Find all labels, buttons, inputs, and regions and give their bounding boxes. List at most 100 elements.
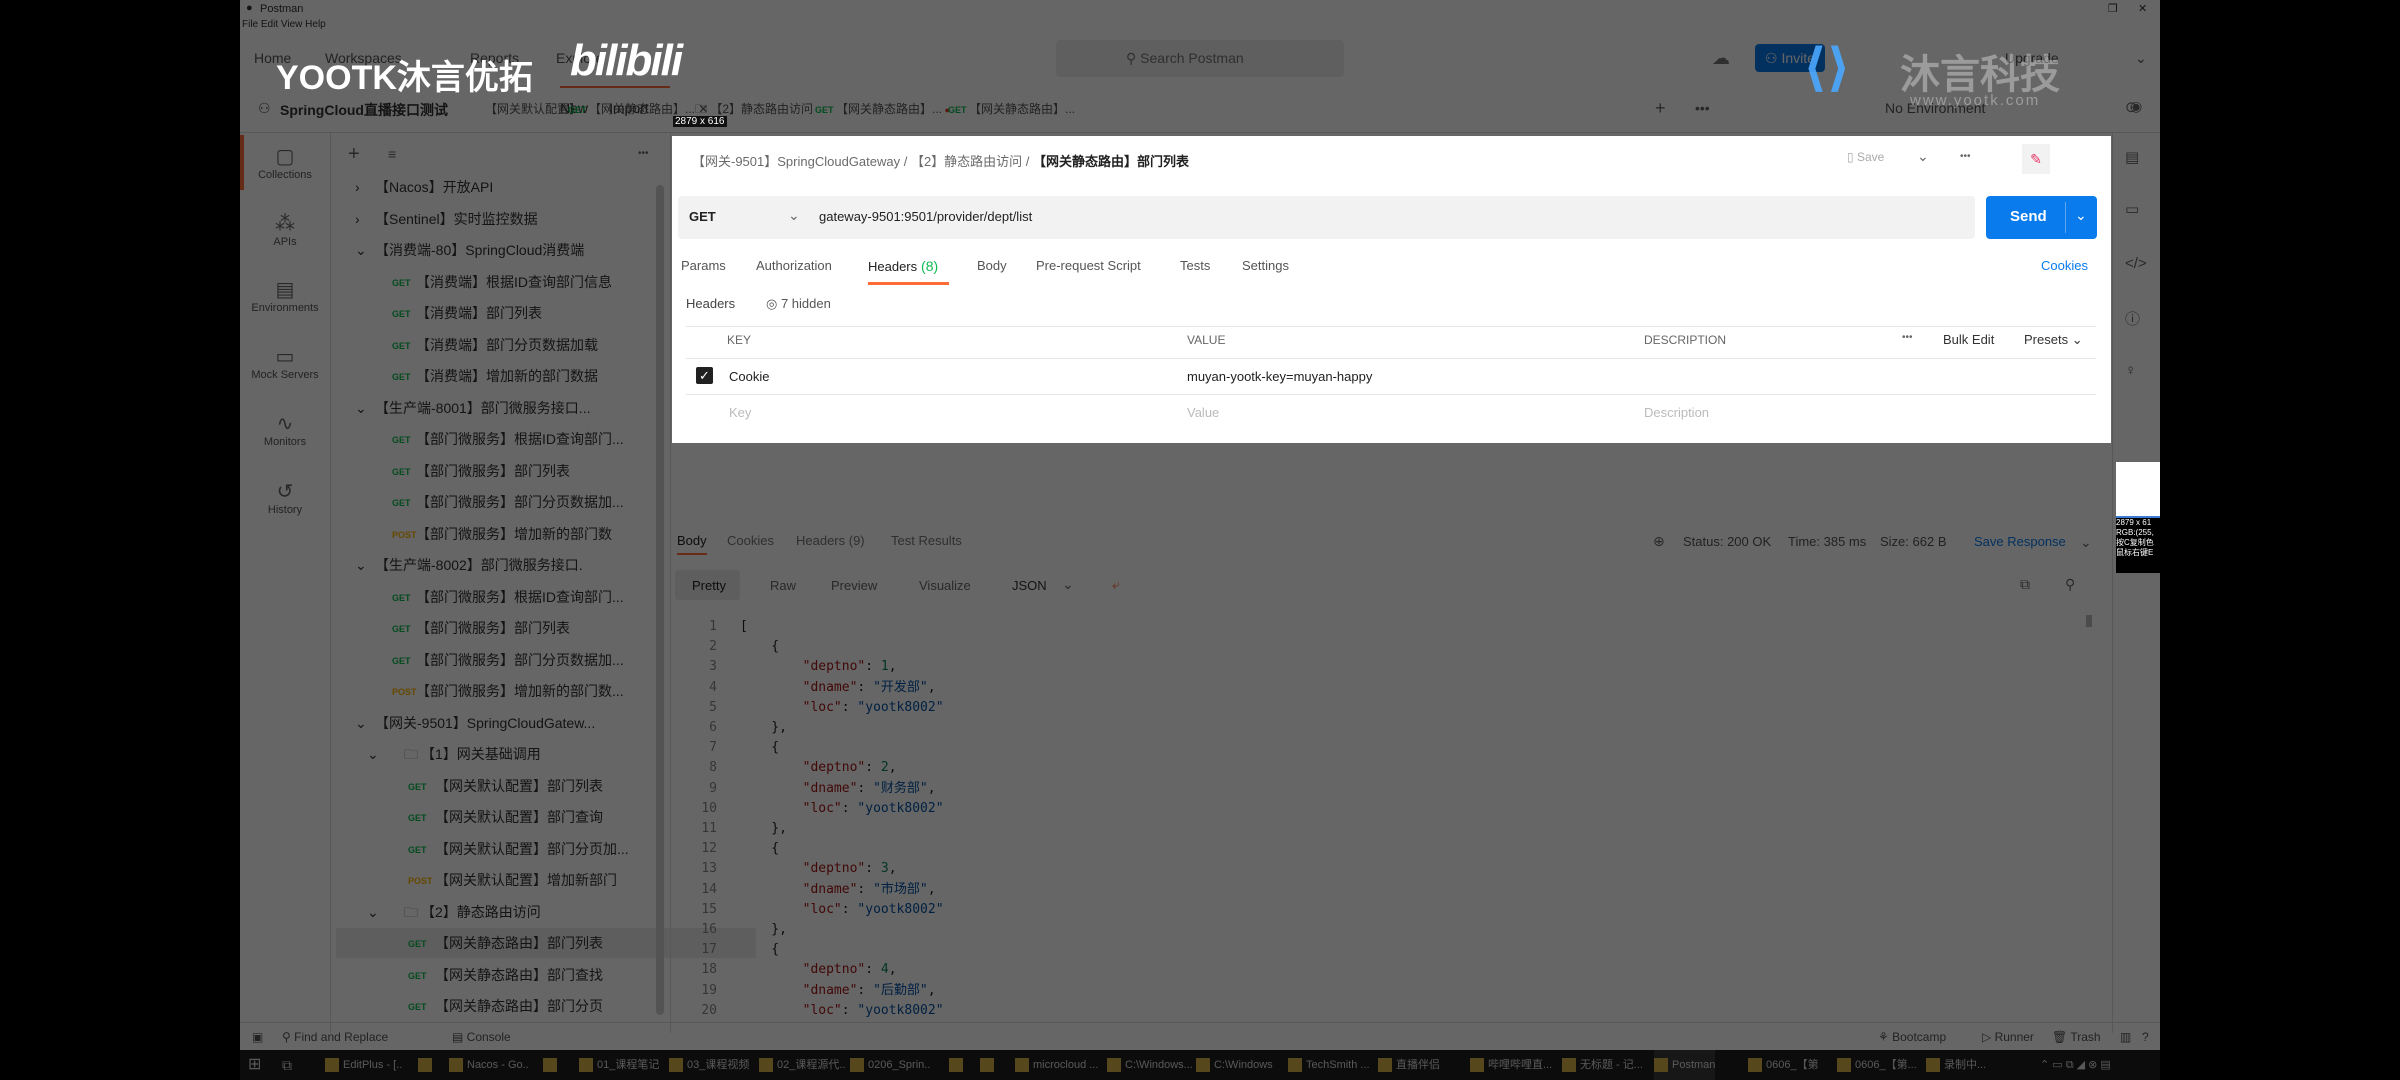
method-select[interactable]: GET <box>689 209 716 224</box>
search-icon[interactable]: ⚲ <box>2065 576 2075 593</box>
restore-button[interactable]: ❐ <box>2108 2 2118 15</box>
chevron-right-icon[interactable]: › <box>355 172 360 202</box>
taskbar-item[interactable]: EditPlus - [.. <box>325 1050 402 1080</box>
more-tabs-icon[interactable]: ••• <box>1695 100 1710 116</box>
request-tab[interactable]: GET 【网关静态路由】... <box>948 100 1075 117</box>
url-input[interactable]: gateway-9501:9501/provider/dept/list <box>819 209 1032 224</box>
windows-start-icon[interactable]: ⊞ <box>248 1050 261 1080</box>
right-panel-icon[interactable]: ▭ <box>2125 200 2139 218</box>
new-tab-icon[interactable]: + <box>1655 98 1666 119</box>
taskbar-item[interactable]: Postman <box>1654 1050 1716 1080</box>
chevron-down-icon[interactable]: ⌄ <box>788 207 800 224</box>
hidden-headers-toggle[interactable]: ◎ 7 hidden <box>766 296 831 312</box>
request-tab[interactable]: 【网关默认配置】 <box>485 100 581 117</box>
chevron-down-icon[interactable]: ⌄ <box>355 550 367 580</box>
response-tab-headers[interactable]: Headers (9) <box>796 533 865 548</box>
tab-tests[interactable]: Tests <box>1180 258 1210 273</box>
taskbar-item[interactable]: 录制中... <box>1926 1050 1986 1080</box>
taskbar-item[interactable]: TechSmith ... <box>1288 1050 1370 1080</box>
sidebar-item-environments[interactable]: ▤ Environments <box>240 278 330 314</box>
tab-pre-request-script[interactable]: Pre-request Script <box>1036 258 1141 273</box>
more-options-icon[interactable]: ••• <box>1902 332 1913 343</box>
taskbar-item[interactable]: 0606_【第 <box>1748 1050 1819 1080</box>
runner-button[interactable]: ▷ Runner <box>1982 1030 2034 1044</box>
sync-cloud-icon[interactable]: ☁ <box>1712 48 1730 69</box>
taskbar-item[interactable]: C:\Windows <box>1196 1050 1273 1080</box>
chevron-down-icon[interactable]: ⌄ <box>367 739 379 769</box>
bootcamp-button[interactable]: ⚘ Bootcamp <box>1878 1030 1946 1044</box>
taskbar-item[interactable]: 直播伴侣 <box>1378 1050 1440 1080</box>
sidebar-item-monitors[interactable]: ∿ Monitors <box>240 412 330 448</box>
bulk-edit-button[interactable]: Bulk Edit <box>1943 332 1994 347</box>
add-collection-icon[interactable]: + <box>348 143 360 166</box>
sidebar-item-mock-servers[interactable]: ▭ Mock Servers <box>240 345 330 381</box>
chevron-down-icon[interactable]: ⌄ <box>355 708 367 738</box>
trash-button[interactable]: 🗑 Trash <box>2052 1030 2101 1044</box>
header-key-cell[interactable]: Cookie <box>729 369 769 384</box>
more-options-icon[interactable]: ••• <box>1960 151 1971 162</box>
taskbar-item[interactable]: microcloud ... <box>1015 1050 1098 1080</box>
edit-icon[interactable]: ✎ <box>2022 144 2050 174</box>
send-options-chevron-icon[interactable]: ⌄ <box>2075 207 2087 224</box>
format-select[interactable]: JSON <box>1012 578 1047 593</box>
console-button[interactable]: ▤ Console <box>452 1030 511 1044</box>
toggle-sidebar-icon[interactable]: ▣ <box>252 1030 263 1044</box>
sidebar-scrollbar[interactable] <box>656 185 664 1015</box>
tab-body[interactable]: Body <box>977 258 1007 273</box>
filter-icon[interactable]: ≡ <box>388 146 396 162</box>
search-input[interactable]: ⚲ Search Postman <box>1056 40 1344 77</box>
taskbar-item[interactable] <box>949 1050 967 1080</box>
header-row-checkbox[interactable]: ✓ <box>696 367 713 384</box>
save-response-button[interactable]: Save Response <box>1974 534 2066 549</box>
tab-params[interactable]: Params <box>681 258 726 273</box>
tab-authorization[interactable]: Authorization <box>756 258 832 273</box>
taskbar-item[interactable]: 0606_【第... <box>1837 1050 1917 1080</box>
more-options-icon[interactable]: ••• <box>638 148 649 159</box>
taskbar-item[interactable]: 03_课程视频 <box>669 1050 749 1080</box>
right-panel-icon[interactable]: </> <box>2125 255 2147 272</box>
breadcrumb-folder[interactable]: 【2】静态路由访问 <box>911 154 1022 169</box>
new-value-input[interactable]: Value <box>1187 405 1219 420</box>
header-value-cell[interactable]: muyan-yootk-key=muyan-happy <box>1187 369 1372 384</box>
right-panel-icon[interactable]: ♀ <box>2125 362 2136 379</box>
code-scrollbar[interactable] <box>2086 615 2092 627</box>
menu-bar[interactable]: File Edit View Help <box>242 19 326 30</box>
new-key-input[interactable]: Key <box>729 405 751 420</box>
chevron-down-icon[interactable]: ⌄ <box>2080 534 2092 551</box>
request-tab[interactable]: GET 【网关静态路由】... ● <box>815 100 950 117</box>
save-button[interactable]: ▯ Save <box>1847 150 1884 164</box>
copy-icon[interactable]: ⧉ <box>2020 576 2030 593</box>
view-pretty[interactable]: Pretty <box>692 578 726 593</box>
chevron-down-icon[interactable]: ⌄ <box>355 235 367 265</box>
tree-request[interactable]: GET 【部门微服务】部门列表 <box>336 456 756 486</box>
close-button[interactable]: ✕ <box>2138 2 2147 15</box>
breadcrumb-collection[interactable]: 【网关-9501】SpringCloudGateway <box>692 154 900 169</box>
cookies-link[interactable]: Cookies <box>2041 258 2088 273</box>
taskbar-item[interactable]: Nacos - Go.. <box>449 1050 529 1080</box>
view-preview[interactable]: Preview <box>831 578 877 593</box>
workspace-name[interactable]: SpringCloud直播接口测试 <box>280 100 448 120</box>
find-replace-button[interactable]: ⚲ Find and Replace <box>282 1030 388 1044</box>
chevron-down-icon[interactable]: ⌄ <box>367 897 379 927</box>
taskbar-item[interactable]: 无标题 - 记... <box>1562 1050 1643 1080</box>
sidebar-item-collections[interactable]: ▢ Collections <box>240 145 330 181</box>
help-icon[interactable]: ? <box>2142 1030 2149 1044</box>
taskbar-item[interactable]: 0206_Sprin.. <box>850 1050 930 1080</box>
response-tab-test-results[interactable]: Test Results <box>891 533 962 548</box>
presets-button[interactable]: Presets ⌄ <box>2024 332 2083 348</box>
response-tab-cookies[interactable]: Cookies <box>727 533 774 548</box>
new-description-input[interactable]: Description <box>1644 405 1709 420</box>
response-tab-body[interactable]: Body <box>677 533 707 548</box>
right-panel-icon[interactable]: ▤ <box>2125 148 2139 166</box>
right-panel-icon[interactable]: ⊙ <box>2125 98 2138 116</box>
chevron-right-icon[interactable]: › <box>355 204 360 234</box>
layout-icon[interactable]: ▥ <box>2120 1030 2131 1044</box>
send-button[interactable]: Send ⌄ <box>1986 196 2097 239</box>
chevron-down-icon[interactable]: ⌄ <box>1062 576 1074 593</box>
taskbar-item[interactable] <box>543 1050 561 1080</box>
tab-headers[interactable]: Headers (8) <box>868 258 938 274</box>
task-view-icon[interactable]: ⧉ <box>282 1050 292 1080</box>
wrap-lines-icon[interactable]: ⤶ <box>1112 576 1120 593</box>
view-raw[interactable]: Raw <box>770 578 796 593</box>
view-visualize[interactable]: Visualize <box>919 578 971 593</box>
